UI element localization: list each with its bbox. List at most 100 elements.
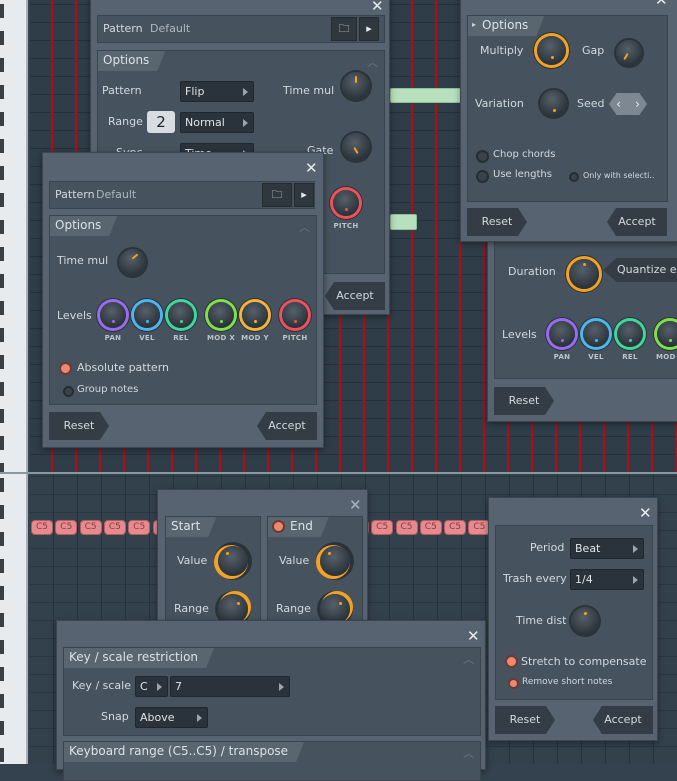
close-icon[interactable]: ✕: [349, 498, 362, 513]
options-title[interactable]: Options: [468, 16, 544, 36]
pan-knob[interactable]: [100, 302, 126, 328]
end-enable-toggle[interactable]: [272, 520, 285, 533]
reset-button[interactable]: Reset: [49, 412, 109, 440]
black-key[interactable]: [0, 505, 4, 519]
black-key[interactable]: [0, 559, 4, 573]
black-key[interactable]: [0, 721, 4, 735]
note-c5[interactable]: C5: [444, 520, 467, 535]
note-c5[interactable]: C5: [419, 520, 442, 535]
mod-x-knob[interactable]: [208, 302, 234, 328]
pitch-knob[interactable]: [282, 302, 308, 328]
arrow-right-icon[interactable]: ▸: [294, 183, 314, 207]
time-dist-knob[interactable]: [571, 607, 599, 635]
black-key[interactable]: [0, 166, 4, 180]
black-key[interactable]: [0, 139, 4, 153]
black-key[interactable]: [0, 748, 4, 762]
collapse-icon[interactable]: ︿: [463, 651, 474, 667]
black-key[interactable]: [0, 478, 4, 492]
gate-knob[interactable]: [342, 133, 370, 161]
keyboard-range-title[interactable]: Keyboard range (C5..C5) / transpose: [64, 742, 304, 762]
gap-knob[interactable]: [616, 40, 642, 66]
black-key[interactable]: [0, 31, 4, 45]
folder-icon[interactable]: 🗀: [262, 183, 292, 207]
black-key[interactable]: [0, 85, 4, 99]
close-icon[interactable]: ✕: [467, 629, 480, 644]
note-c5[interactable]: C5: [128, 520, 151, 535]
stretch-checkbox[interactable]: [505, 655, 518, 668]
note[interactable]: [390, 214, 417, 230]
duration-knob[interactable]: [569, 259, 599, 289]
black-key[interactable]: [0, 409, 4, 423]
black-key[interactable]: [0, 532, 4, 546]
black-key[interactable]: [0, 640, 4, 654]
note-c5[interactable]: C5: [103, 520, 126, 535]
pattern-select[interactable]: Flip: [180, 81, 254, 102]
range-spinner[interactable]: 2: [147, 111, 175, 133]
use-lengths-checkbox[interactable]: [476, 170, 489, 183]
pitch-knob[interactable]: [333, 190, 359, 216]
piano-keyboard-top[interactable]: [0, 0, 28, 477]
chevron-right-icon[interactable]: ›: [635, 93, 640, 115]
black-key[interactable]: [0, 382, 4, 396]
accept-button[interactable]: Accept: [593, 706, 653, 734]
expand-icon[interactable]: ▸: [472, 20, 476, 29]
note-c5[interactable]: C5: [31, 520, 53, 535]
black-key[interactable]: [0, 667, 4, 681]
seed-stepper[interactable]: ‹ ›: [609, 93, 647, 115]
piano-keyboard-bottom[interactable]: [0, 474, 28, 764]
reset-button[interactable]: Reset: [467, 208, 527, 236]
key-select[interactable]: C: [135, 676, 168, 697]
close-icon[interactable]: ✕: [639, 506, 652, 521]
start-value-knob[interactable]: [218, 546, 248, 576]
close-icon[interactable]: ✕: [305, 161, 318, 176]
black-key[interactable]: [0, 4, 4, 18]
remove-short-checkbox[interactable]: [508, 678, 519, 689]
black-key[interactable]: [0, 436, 4, 450]
mod-y-knob[interactable]: [242, 302, 268, 328]
period-select[interactable]: Beat: [570, 538, 644, 559]
variation-knob[interactable]: [540, 90, 567, 117]
pan-knob[interactable]: [549, 321, 575, 347]
black-key[interactable]: [0, 247, 4, 261]
collapse-icon[interactable]: ︿: [299, 219, 310, 235]
note-c5[interactable]: C5: [395, 520, 418, 535]
reset-button[interactable]: Reset: [495, 706, 555, 734]
quantize-mode-button[interactable]: Quantize end: [603, 258, 677, 282]
chop-chords-checkbox[interactable]: [476, 150, 489, 163]
accept-button[interactable]: Accept: [257, 412, 317, 440]
folder-icon[interactable]: 🗀: [331, 17, 357, 41]
vel-knob[interactable]: [583, 321, 609, 347]
black-key[interactable]: [0, 193, 4, 207]
accept-button[interactable]: Accept: [607, 208, 667, 236]
black-key[interactable]: [0, 274, 4, 288]
group-notes-checkbox[interactable]: [63, 386, 74, 397]
note-c5[interactable]: C5: [55, 520, 78, 535]
chevron-left-icon[interactable]: ‹: [616, 93, 621, 115]
scale-select[interactable]: 7: [170, 676, 290, 697]
mod-x-knob[interactable]: [657, 321, 677, 347]
arrow-right-icon[interactable]: ▸: [359, 17, 379, 41]
black-key[interactable]: [0, 112, 4, 126]
black-key[interactable]: [0, 301, 4, 315]
black-key[interactable]: [0, 328, 4, 342]
note-c5[interactable]: C5: [79, 520, 102, 535]
options-title[interactable]: Options: [98, 51, 165, 71]
collapse-icon[interactable]: ︿: [463, 745, 474, 761]
black-key[interactable]: [0, 613, 4, 627]
range-select[interactable]: Normal: [180, 112, 254, 133]
time-mul-knob[interactable]: [119, 249, 146, 276]
trash-every-select[interactable]: 1/4: [570, 569, 644, 590]
close-icon[interactable]: ✕: [655, 0, 668, 8]
end-value-knob[interactable]: [320, 546, 350, 576]
reset-button[interactable]: Reset: [494, 387, 554, 415]
black-key[interactable]: [0, 58, 4, 72]
black-key[interactable]: [0, 355, 4, 369]
key-scale-title[interactable]: Key / scale restriction: [64, 648, 214, 668]
vel-knob[interactable]: [134, 302, 160, 328]
collapse-icon[interactable]: ︿: [367, 54, 378, 70]
black-key[interactable]: [0, 586, 4, 600]
note[interactable]: [390, 88, 462, 103]
snap-select[interactable]: Above: [135, 707, 208, 728]
only-with-selection-checkbox[interactable]: [569, 172, 579, 182]
black-key[interactable]: [0, 220, 4, 234]
